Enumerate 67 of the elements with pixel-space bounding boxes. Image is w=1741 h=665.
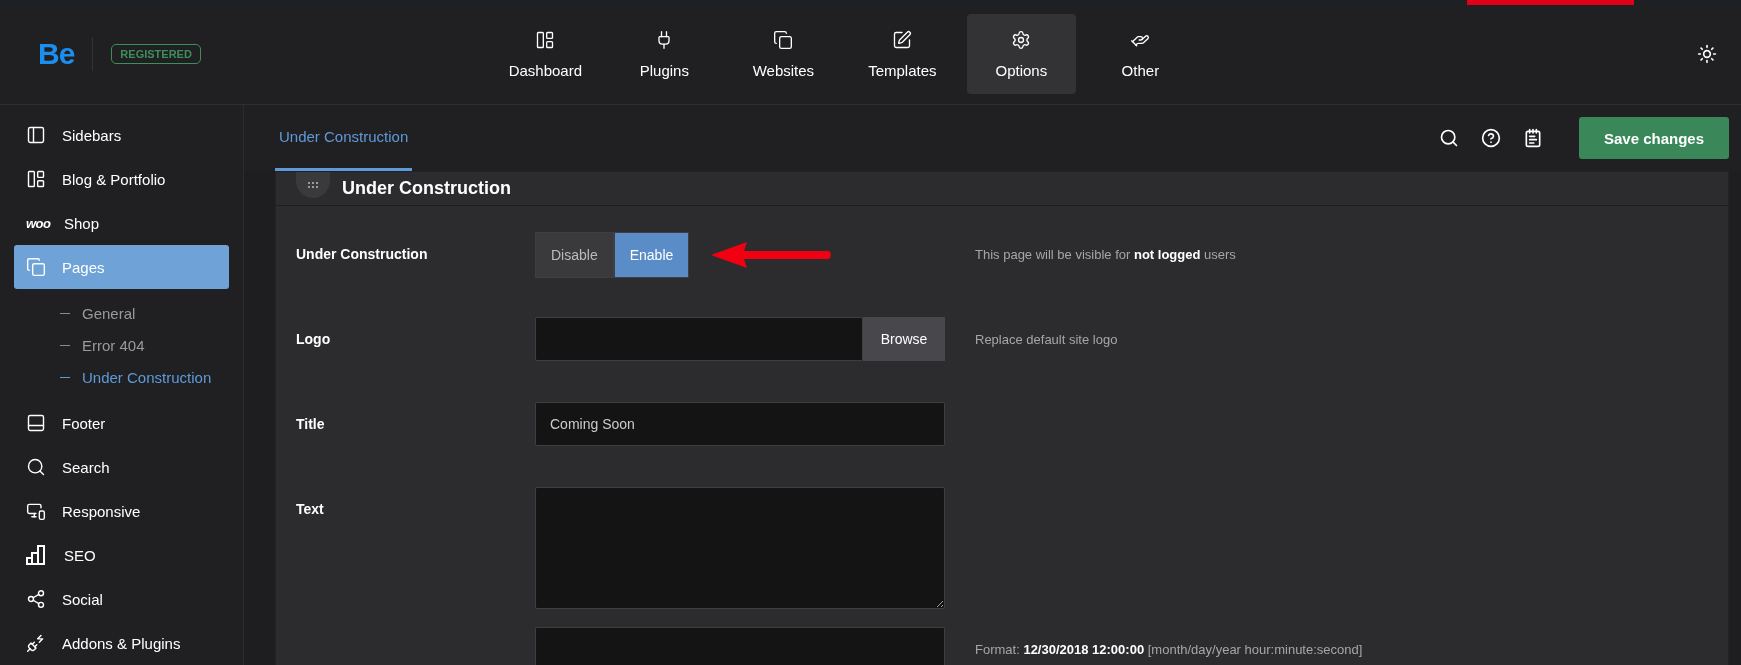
plug-icon bbox=[26, 633, 46, 653]
sidebar-item[interactable]: SEO bbox=[14, 533, 229, 577]
nav-item[interactable]: Websites bbox=[728, 14, 838, 94]
sidebar-item[interactable]: Search bbox=[14, 445, 229, 489]
panel-bottom-icon bbox=[26, 413, 46, 433]
registered-badge: REGISTERED bbox=[111, 44, 201, 64]
sidebar-item[interactable]: Social bbox=[14, 577, 229, 621]
field-hint: This page will be visible for not logged users bbox=[974, 246, 1237, 262]
copy-icon bbox=[773, 29, 794, 50]
logo: Be bbox=[38, 37, 94, 71]
text-input-field[interactable] bbox=[535, 627, 945, 665]
devices-icon bbox=[26, 501, 46, 521]
nav-item[interactable]: Dashboard bbox=[490, 14, 600, 94]
copy-icon bbox=[26, 257, 46, 277]
sidebar-label: Responsive bbox=[62, 502, 141, 520]
grid-icon bbox=[535, 29, 556, 50]
sidebar-label: Blog & Portfolio bbox=[62, 170, 166, 188]
share-icon bbox=[26, 589, 46, 609]
grip-icon bbox=[296, 172, 330, 198]
text-input-field[interactable]: Coming Soon bbox=[535, 402, 945, 446]
sidebar-item[interactable]: Footer bbox=[14, 401, 229, 445]
sidebar-subitem[interactable]: General bbox=[60, 297, 229, 329]
sidebar-item[interactable]: Addons & Plugins bbox=[14, 621, 229, 665]
field-label: Text bbox=[296, 500, 325, 517]
notes-icon bbox=[1523, 128, 1543, 148]
help-icon bbox=[1481, 128, 1501, 148]
sidebar-label: Social bbox=[62, 590, 103, 608]
field-label: Title bbox=[296, 415, 326, 432]
sidebar-label: Sidebars bbox=[62, 126, 122, 144]
save-button[interactable]: Save changes bbox=[1579, 117, 1729, 159]
search-icon bbox=[26, 457, 46, 477]
field-hint: Format: 12/30/2018 12:00:00 [month/day/year hour:minute:second] bbox=[974, 641, 1364, 657]
search-button[interactable] bbox=[1439, 128, 1459, 148]
search-icon bbox=[1439, 128, 1459, 148]
theme-toggle[interactable] bbox=[1697, 44, 1717, 64]
textarea-field[interactable] bbox=[535, 487, 945, 609]
sidebar-label: Shop bbox=[64, 214, 100, 232]
sidebar-subitem[interactable]: Error 404 bbox=[60, 329, 229, 361]
panel-title: Under Construction bbox=[342, 178, 511, 199]
field-label: Under Construction bbox=[296, 245, 429, 262]
sidebar-item[interactable]: Sidebars bbox=[14, 113, 229, 157]
nav-item[interactable]: Templates bbox=[847, 14, 957, 94]
sidebar-item[interactable]: woo Shop bbox=[14, 201, 229, 245]
pen-square-icon bbox=[892, 29, 913, 50]
sidebar-label: Pages bbox=[62, 258, 105, 276]
nav-item[interactable]: Plugins bbox=[609, 14, 719, 94]
sidebar-subitem[interactable]: Under Construction bbox=[60, 361, 229, 393]
field-label: Logo bbox=[296, 330, 332, 347]
help-button[interactable] bbox=[1481, 128, 1501, 148]
logo-input-field[interactable] bbox=[535, 317, 863, 361]
sun-icon bbox=[1697, 44, 1717, 64]
bars-icon bbox=[26, 545, 48, 565]
nav-item[interactable]: Other bbox=[1085, 14, 1195, 94]
layout-icon bbox=[26, 169, 46, 189]
browse-button[interactable]: Browse bbox=[863, 317, 945, 361]
sidebar-label: Search bbox=[62, 458, 110, 476]
nav-item[interactable]: Options bbox=[966, 14, 1076, 94]
sidebar-label: Addons & Plugins bbox=[62, 634, 181, 652]
toggle-option[interactable]: Disable bbox=[535, 232, 614, 278]
panel-icon bbox=[26, 125, 46, 145]
notes-button[interactable] bbox=[1523, 128, 1543, 148]
field-hint: Replace default site logo bbox=[974, 331, 1119, 347]
sidebar-label: Footer bbox=[62, 414, 106, 432]
sidebar-item[interactable]: Responsive bbox=[14, 489, 229, 533]
sidebar-item[interactable]: Blog & Portfolio bbox=[14, 157, 229, 201]
settings-icon bbox=[1011, 29, 1032, 50]
sidebar-label: SEO bbox=[64, 546, 96, 564]
